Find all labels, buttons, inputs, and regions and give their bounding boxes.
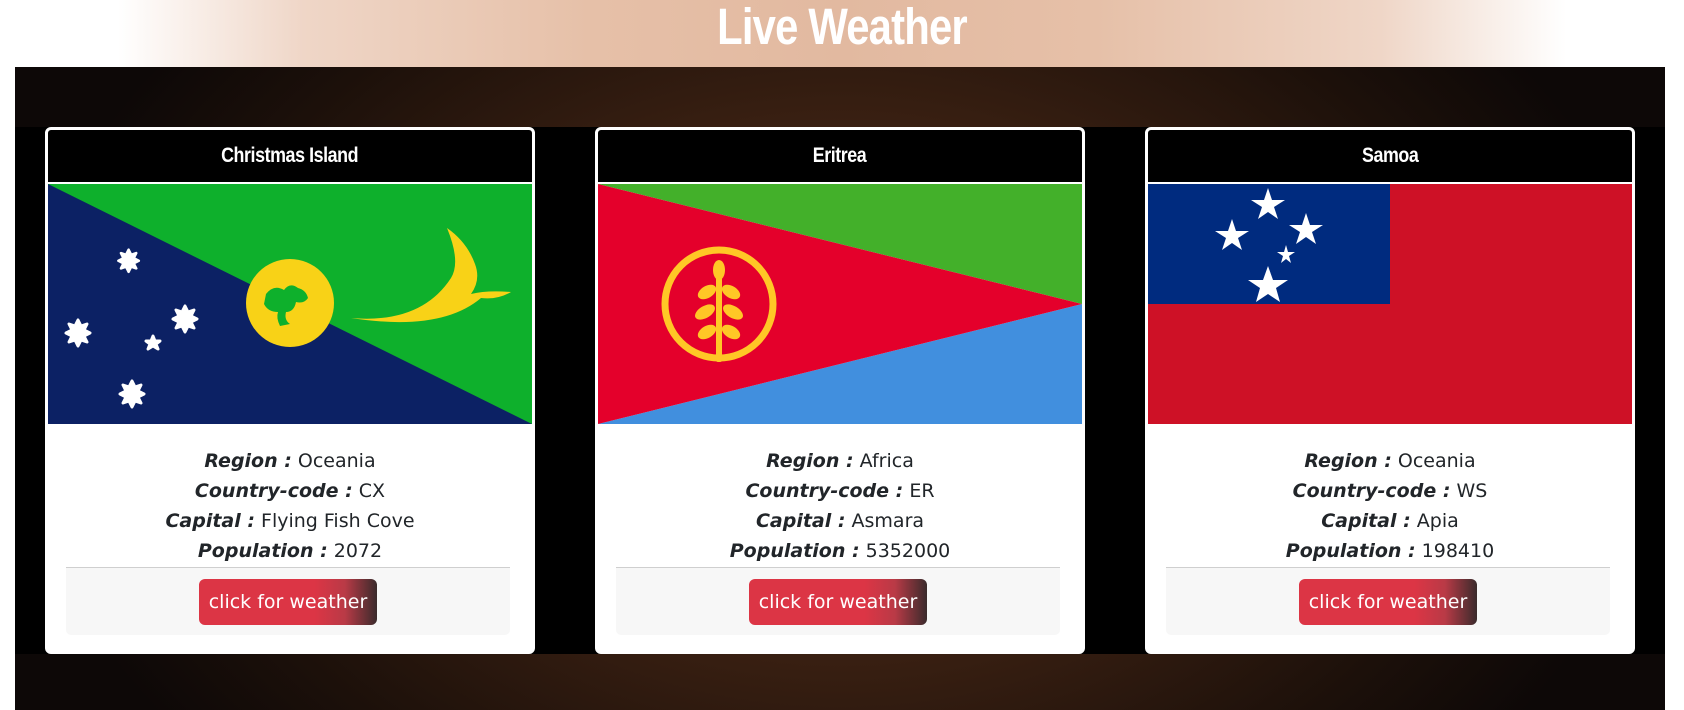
country-card: Christmas Island Region : Oceania Countr…	[45, 127, 535, 654]
region-label: Region :	[204, 450, 292, 472]
page-title: Live Weather	[717, 0, 968, 55]
population-value: 198410	[1421, 540, 1495, 562]
capital-label: Capital :	[755, 510, 846, 532]
region-value: Oceania	[1397, 450, 1476, 472]
card-header: Eritrea	[598, 130, 1082, 182]
country-card: Samoa Region : Oceania Country-code : WS…	[1145, 127, 1635, 654]
region-value: Africa	[859, 450, 914, 472]
country-info: Region : Africa Country-code : ER Capita…	[598, 446, 1082, 566]
population-row: Population : 2072	[48, 536, 532, 566]
country-name: Christmas Island	[221, 144, 359, 167]
capital-row: Capital : Flying Fish Cove	[48, 506, 532, 536]
country-code-label: Country-code :	[194, 480, 353, 502]
capital-label: Capital :	[165, 510, 255, 532]
flag-image	[598, 184, 1082, 424]
country-info: Region : Oceania Country-code : WS Capit…	[1148, 446, 1632, 566]
weather-button[interactable]: click for weather	[1299, 579, 1477, 625]
card-footer: click for weather	[66, 567, 510, 635]
capital-value: Asmara	[851, 510, 925, 532]
country-code-row: Country-code : WS	[1148, 476, 1632, 506]
region-row: Region : Africa	[598, 446, 1082, 476]
country-name: Samoa	[1361, 144, 1419, 167]
country-code-row: Country-code : ER	[598, 476, 1082, 506]
card-header: Christmas Island	[48, 130, 532, 182]
population-value: 5352000	[865, 540, 951, 562]
card-footer: click for weather	[1166, 567, 1610, 635]
weather-button[interactable]: click for weather	[199, 579, 377, 625]
region-value: Oceania	[297, 450, 376, 472]
population-row: Population : 198410	[1148, 536, 1632, 566]
population-value: 2072	[333, 540, 383, 562]
card-header: Samoa	[1148, 130, 1632, 182]
capital-row: Capital : Apia	[1148, 506, 1632, 536]
country-name: Eritrea	[813, 144, 867, 167]
region-label: Region :	[1304, 450, 1392, 472]
card-footer: click for weather	[616, 567, 1060, 635]
population-row: Population : 5352000	[598, 536, 1082, 566]
country-code-row: Country-code : CX	[48, 476, 532, 506]
region-row: Region : Oceania	[1148, 446, 1632, 476]
country-code-label: Country-code :	[1292, 480, 1451, 502]
flag-image	[48, 184, 532, 424]
region-label: Region :	[766, 450, 854, 472]
capital-label: Capital :	[1321, 510, 1411, 532]
country-card: Eritrea Region : Africa Country-code : E	[595, 127, 1085, 654]
capital-value: Flying Fish Cove	[261, 510, 415, 532]
capital-row: Capital : Asmara	[598, 506, 1082, 536]
region-row: Region : Oceania	[48, 446, 532, 476]
country-code-value: CX	[358, 480, 386, 502]
capital-value: Apia	[1416, 510, 1459, 532]
population-label: Population :	[729, 540, 860, 562]
population-label: Population :	[197, 540, 328, 562]
country-code-value: WS	[1456, 480, 1488, 502]
weather-button[interactable]: click for weather	[749, 579, 927, 625]
population-label: Population :	[1285, 540, 1416, 562]
country-code-label: Country-code :	[745, 480, 904, 502]
country-info: Region : Oceania Country-code : CX Capit…	[48, 446, 532, 566]
country-code-value: ER	[909, 480, 935, 502]
flag-image	[1148, 184, 1632, 424]
header-banner: Live Weather	[0, 0, 1684, 67]
